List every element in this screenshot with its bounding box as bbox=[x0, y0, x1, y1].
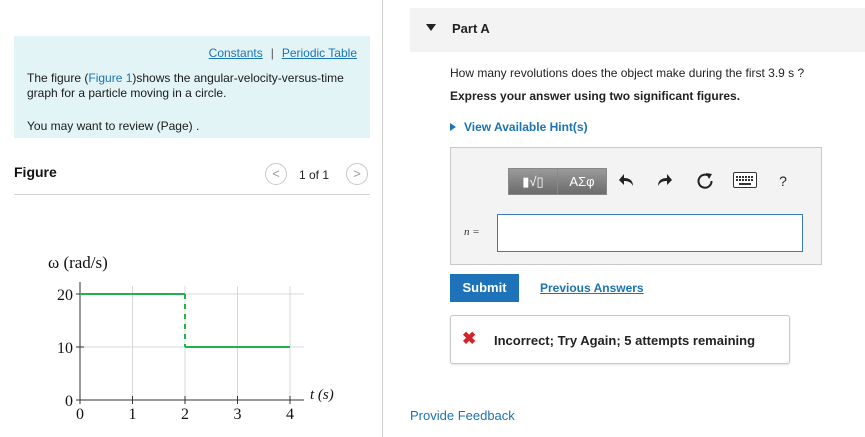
periodic-table-link[interactable]: Periodic Table bbox=[282, 46, 357, 60]
right-panel: Part A How many revolutions does the obj… bbox=[384, 0, 865, 437]
y-tick-label: 20 bbox=[57, 287, 73, 304]
y-axis-label: ω (rad/s) bbox=[48, 253, 108, 272]
provide-feedback-link[interactable]: Provide Feedback bbox=[410, 408, 515, 423]
figure-heading: Figure bbox=[14, 164, 57, 180]
links-separator: | bbox=[270, 46, 274, 60]
hint-label: View Available Hint(s) bbox=[464, 120, 588, 134]
previous-answers-link[interactable]: Previous Answers bbox=[540, 281, 644, 295]
graph-grid bbox=[80, 286, 304, 400]
answer-variable-label: n = bbox=[464, 226, 480, 238]
graph-axes bbox=[76, 282, 304, 404]
question-text: How many revolutions does the object mak… bbox=[450, 66, 805, 80]
previous-figure-button[interactable]: < bbox=[265, 163, 287, 185]
x-tick-label: 2 bbox=[181, 406, 189, 423]
templates-button[interactable]: ▮√▯ bbox=[508, 168, 558, 195]
problem-statement: The figure (Figure 1)shows the angular-v… bbox=[27, 71, 362, 101]
undo-icon[interactable] bbox=[618, 170, 638, 192]
angular-velocity-graph: 0 1 2 3 4 0 10 20 ω (rad/s) t (s) bbox=[48, 253, 334, 423]
y-tick-label: 0 bbox=[65, 393, 73, 410]
incorrect-x-icon: ✖ bbox=[462, 329, 477, 348]
intro-box: Constants | Periodic Table The figure (Fig… bbox=[14, 36, 370, 138]
resource-links: Constants | Periodic Table bbox=[209, 46, 357, 60]
help-button[interactable]: ? bbox=[773, 170, 793, 192]
collapse-triangle-icon[interactable] bbox=[426, 24, 436, 31]
figure-pager: < 1 of 1 > bbox=[265, 163, 371, 187]
figure-divider bbox=[14, 194, 370, 195]
figure-page-count: 1 of 1 bbox=[299, 168, 330, 182]
left-panel: Constants | Periodic Table The figure (Fig… bbox=[0, 0, 383, 437]
expand-arrow-icon bbox=[450, 123, 456, 131]
review-text: You may want to review (Page) . bbox=[27, 119, 200, 133]
x-tick-label: 1 bbox=[129, 406, 137, 423]
x-axis-label: t (s) bbox=[310, 387, 334, 403]
keyboard-icon[interactable] bbox=[733, 172, 757, 188]
answer-box: ▮√▯ ΑΣφ ? n = bbox=[450, 147, 822, 265]
redo-icon[interactable] bbox=[653, 170, 673, 192]
feedback-message-box: ✖ Incorrect; Try Again; 5 attempts remai… bbox=[450, 315, 790, 364]
x-tick-label: 3 bbox=[234, 406, 242, 423]
part-title: Part A bbox=[452, 21, 490, 36]
problem-text-prefix: The figure ( bbox=[27, 71, 89, 85]
x-tick-label: 4 bbox=[286, 406, 294, 423]
feedback-message: Incorrect; Try Again; 5 attempts remaini… bbox=[494, 333, 756, 348]
submit-button[interactable]: Submit bbox=[450, 274, 519, 302]
figure-link[interactable]: Figure 1 bbox=[88, 71, 132, 85]
x-tick-label: 0 bbox=[76, 406, 84, 423]
answer-input[interactable] bbox=[497, 214, 803, 252]
symbols-button[interactable]: ΑΣφ bbox=[557, 168, 607, 195]
view-hints-link[interactable]: View Available Hint(s) bbox=[450, 120, 588, 134]
instruction-text: Express your answer using two significan… bbox=[450, 89, 741, 103]
reset-icon[interactable] bbox=[695, 170, 715, 192]
constants-link[interactable]: Constants bbox=[209, 46, 263, 60]
y-tick-label: 10 bbox=[57, 340, 73, 357]
graph-ticks: 0 1 2 3 4 0 10 20 bbox=[57, 287, 294, 423]
part-header[interactable]: Part A bbox=[410, 8, 865, 52]
next-figure-button[interactable]: > bbox=[346, 163, 368, 185]
